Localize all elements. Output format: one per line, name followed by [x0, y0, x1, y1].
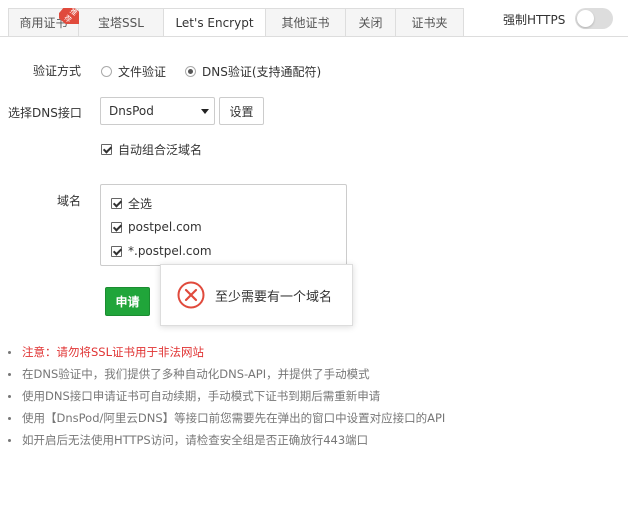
ssl-tab-bar: 商用证书 推荐 宝塔SSL Let's Encrypt 其他证书 关闭 证书夹: [8, 8, 464, 37]
select-value: DnsPod: [109, 104, 154, 118]
recommend-badge: 推荐: [59, 8, 79, 24]
domain-list: 全选 postpel.com *.postpel.com: [100, 184, 347, 266]
radio-dot: [185, 66, 196, 77]
tab-lets-encrypt[interactable]: Let's Encrypt: [164, 8, 266, 37]
tab-commercial-cert[interactable]: 商用证书 推荐: [8, 8, 79, 37]
checkbox-label: postpel.com: [128, 220, 202, 234]
tab-close[interactable]: 关闭: [346, 8, 396, 37]
toast-message: 至少需要有一个域名: [215, 289, 333, 305]
tab-label: Let's Encrypt: [175, 15, 254, 30]
note-item: 使用DNS接口申请证书可自动续期，手动模式下证书到期后需重新申请: [8, 386, 445, 408]
note-item: 在DNS验证中，我们提供了多种自动化DNS-API，并提供了手动模式: [8, 364, 445, 386]
toggle-knob: [577, 10, 594, 27]
domain-label: 域名: [57, 194, 82, 208]
checkbox-icon: [111, 221, 122, 233]
verify-method-label: 验证方式: [33, 64, 82, 78]
checkbox-icon: [101, 144, 112, 155]
tab-other-cert[interactable]: 其他证书: [266, 8, 346, 37]
tab-cert-folder[interactable]: 证书夹: [396, 8, 464, 37]
radio-label: 文件验证: [118, 65, 167, 79]
force-https-toggle[interactable]: [575, 8, 613, 29]
apply-button[interactable]: 申请: [105, 287, 150, 316]
checkbox-icon: [111, 197, 122, 209]
tab-label: 关闭: [358, 16, 383, 30]
tab-label: 证书夹: [411, 16, 448, 30]
dns-interface-label: 选择DNS接口: [8, 106, 82, 120]
checkbox-label: 全选: [128, 196, 153, 211]
note-item: 如开启后无法使用HTTPS访问，请检查安全组是否正确放行443端口: [8, 430, 445, 452]
radio-label: DNS验证(支持通配符): [202, 65, 322, 79]
error-circle-icon: [177, 281, 205, 309]
dns-settings-button[interactable]: 设置: [219, 97, 264, 125]
help-notes: 注意：请勿将SSL证书用于非法网站 在DNS验证中，我们提供了多种自动化DNS-…: [8, 342, 445, 452]
domain-checkbox[interactable]: *.postpel.com: [111, 239, 346, 263]
radio-file-verify[interactable]: 文件验证: [101, 63, 166, 80]
auto-wildcard-checkbox[interactable]: 自动组合泛域名: [101, 141, 202, 158]
note-item: 注意：请勿将SSL证书用于非法网站: [8, 342, 445, 364]
force-https-label: 强制HTTPS: [503, 13, 566, 27]
tab-divider: [0, 36, 628, 37]
note-item: 使用【DnsPod/阿里云DNS】等接口前您需要先在弹出的窗口中设置对应接口的A…: [8, 408, 445, 430]
checkbox-label: 自动组合泛域名: [118, 143, 203, 157]
checkbox-label: *.postpel.com: [128, 244, 212, 258]
dns-interface-select[interactable]: DnsPod: [100, 97, 215, 125]
domain-checkbox[interactable]: postpel.com: [111, 215, 346, 239]
radio-dot: [101, 66, 112, 77]
dropdown-arrow-icon: [201, 109, 209, 114]
radio-dns-verify[interactable]: DNS验证(支持通配符): [185, 63, 321, 80]
checkbox-icon: [111, 245, 122, 257]
tab-label: 其他证书: [281, 16, 330, 30]
error-toast: 至少需要有一个域名: [160, 264, 353, 326]
tab-label: 宝塔SSL: [98, 16, 144, 30]
tab-bt-ssl[interactable]: 宝塔SSL: [79, 8, 164, 37]
select-all-checkbox[interactable]: 全选: [111, 191, 346, 215]
